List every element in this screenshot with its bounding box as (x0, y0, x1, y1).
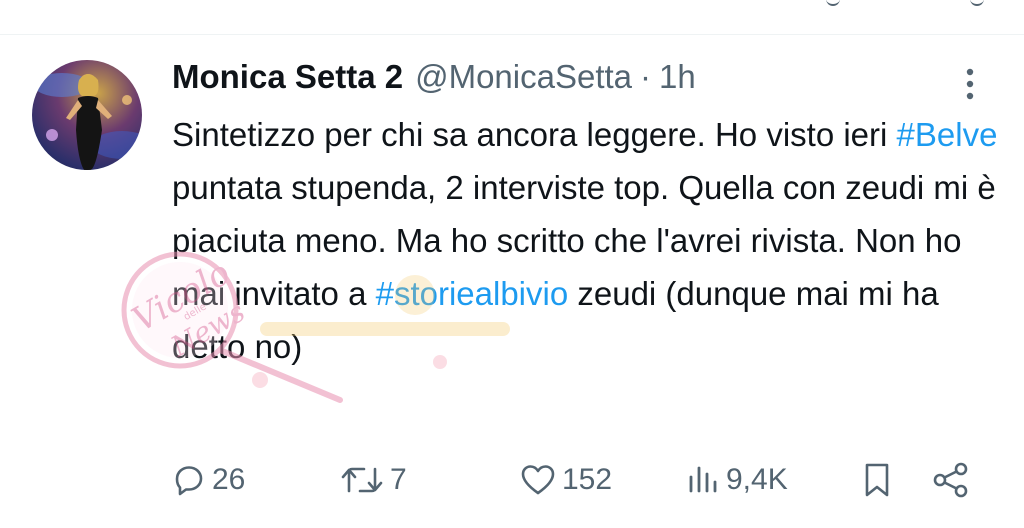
reply-button[interactable]: 26 (172, 455, 245, 505)
like-button[interactable]: 152 (520, 455, 612, 505)
tweet-header: Monica Setta 2 @MonicaSetta · 1h (172, 58, 696, 102)
avatar-image (34, 73, 142, 170)
retweet-button[interactable]: 7 (340, 455, 407, 505)
watermark-logo: Vicolo News delle (121, 251, 510, 403)
tweet-actions: 26 7 152 9,4K (0, 455, 1024, 505)
views-icon (689, 466, 717, 493)
reply-icon (175, 466, 203, 496)
more-vertical-icon[interactable] (958, 66, 982, 102)
like-count: 152 (562, 463, 613, 496)
heart-icon (521, 465, 555, 495)
author-name[interactable]: Monica Setta 2 (172, 58, 403, 96)
separator-dot: · (640, 58, 652, 95)
author-handle[interactable]: @MonicaSetta (415, 58, 632, 96)
avatar[interactable] (32, 60, 142, 170)
previous-tweet-icons (826, 0, 984, 6)
previous-action-icon (970, 0, 984, 6)
retweet-count: 7 (390, 463, 407, 496)
top-divider (0, 34, 1024, 35)
tweet-time[interactable]: 1h (659, 58, 696, 96)
hashtag-belve[interactable]: #Belve (897, 116, 998, 153)
reply-count: 26 (212, 463, 246, 496)
views-count: 9,4K (726, 463, 788, 496)
retweet-icon (341, 467, 383, 493)
views-button[interactable]: 9,4K (686, 455, 788, 505)
share-icon (933, 462, 968, 498)
share-button[interactable] (932, 455, 970, 505)
tweet-text-segment: Sintetizzo per chi sa ancora leggere. Ho… (172, 116, 897, 153)
previous-action-icon (826, 0, 840, 6)
bookmark-button[interactable] (862, 455, 892, 505)
bookmark-icon (865, 463, 889, 497)
